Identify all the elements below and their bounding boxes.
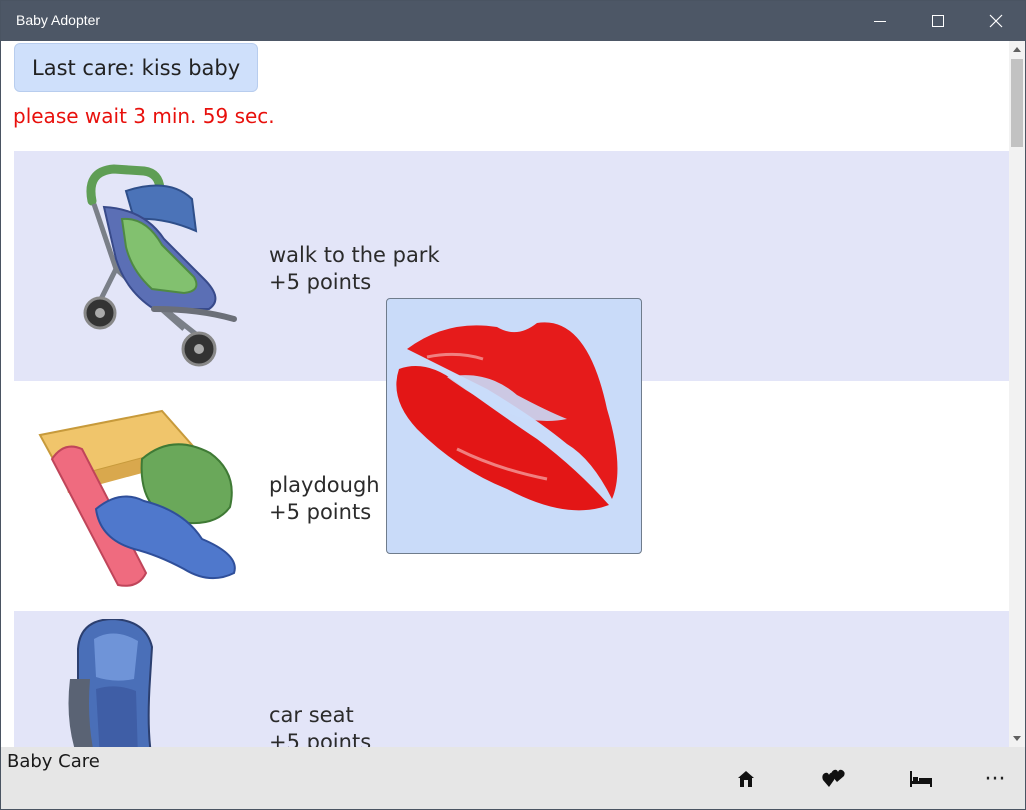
more-options-button[interactable]: ··· [971,761,1019,797]
kiss-overlay[interactable] [386,298,642,554]
care-item-car-seat[interactable]: car seat +5 points [14,611,1009,747]
care-content[interactable]: Last care: kiss baby please wait 3 min. … [1,41,1009,747]
window-title: Baby Adopter [16,12,101,28]
home-icon [738,771,754,787]
care-item-points: +5 points [269,270,372,294]
arrow-down-icon [1013,736,1021,741]
hearts-button[interactable] [810,761,858,797]
maximize-icon [932,15,944,27]
command-bar-label: Baby Care [7,751,100,772]
bed-icon [910,771,932,787]
care-item-name: playdough [269,473,380,497]
car-seat-icon [34,617,254,747]
hearts-icon [822,769,845,787]
title-bar[interactable]: Baby Adopter [1,1,1025,41]
stroller-icon [34,159,254,373]
scrollbar-thumb[interactable] [1011,59,1023,147]
minimize-icon [874,21,886,22]
close-icon [989,14,1003,28]
care-item-points: +5 points [269,500,372,524]
kiss-lips-icon [396,322,618,511]
playdough-icon [34,389,254,603]
last-care-badge: Last care: kiss baby [14,43,259,92]
vertical-scrollbar[interactable] [1009,41,1025,747]
care-item-name: car seat [269,703,354,727]
command-bar: Baby Care ··· [1,747,1025,809]
app-window: Baby Adopter Last care: kiss baby please… [0,0,1026,810]
arrow-up-icon [1013,47,1021,52]
minimize-button[interactable] [851,1,909,41]
wait-message: please wait 3 min. 59 sec. [13,104,275,128]
close-button[interactable] [967,1,1025,41]
bed-button[interactable] [897,761,945,797]
care-item-name: walk to the park [269,243,440,267]
home-button[interactable] [722,761,770,797]
scroll-down-button[interactable] [1009,731,1025,747]
scroll-up-button[interactable] [1009,41,1025,57]
maximize-button[interactable] [909,1,967,41]
care-item-points: +5 points [269,730,372,747]
